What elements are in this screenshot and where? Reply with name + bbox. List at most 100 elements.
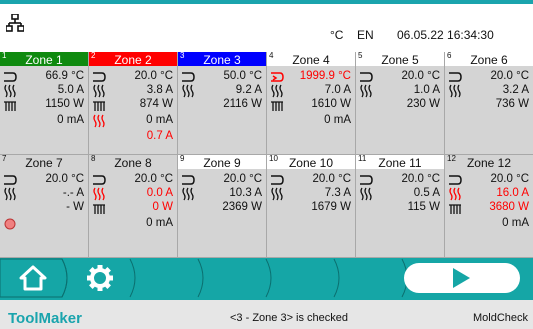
arrows-icon xyxy=(360,72,373,82)
zone-row: 1999.9 °C xyxy=(267,70,355,84)
zone-value: 1610 W xyxy=(311,98,351,110)
heater-icon xyxy=(4,84,16,98)
zone-value: 9.2 A xyxy=(235,84,262,96)
zone-header: 8 Zone 8 xyxy=(89,155,177,170)
zone-header: 3 Zone 3 xyxy=(178,52,266,67)
zone-tile-3[interactable]: 3 Zone 3 50.0 °C 9.2 A 2116 W xyxy=(178,52,267,155)
sensor-icon xyxy=(93,101,105,111)
zone-tile-9[interactable]: 9 Zone 9 20.0 °C 10.3 A 2369 W xyxy=(178,155,267,258)
sensor-icon xyxy=(449,204,461,214)
home-button[interactable] xyxy=(0,258,64,298)
mode-label: MoldCheck xyxy=(473,312,529,324)
sensor-icon xyxy=(93,204,105,214)
zone-row: 0 mA xyxy=(445,217,533,231)
zone-value: 7.0 A xyxy=(324,84,351,96)
zone-tile-7[interactable]: 7 Zone 7 20.0 °C -.- A - W xyxy=(0,155,89,258)
zone-row: -.- A xyxy=(0,187,88,201)
zone-row: 0 mA xyxy=(89,114,177,128)
zone-row: 2369 W xyxy=(178,201,266,215)
zone-value: 20.0 °C xyxy=(312,173,351,185)
zone-row: 20.0 °C xyxy=(267,173,355,187)
zone-value: 16.0 A xyxy=(496,187,529,199)
arrows-icon xyxy=(182,72,195,82)
zone-tile-5[interactable]: 5 Zone 5 20.0 °C 1.0 A 230 W xyxy=(356,52,445,155)
zone-value: 3.8 A xyxy=(146,84,173,96)
zone-row: 20.0 °C xyxy=(356,70,444,84)
zone-name: Zone 6 xyxy=(470,53,508,67)
network-icon[interactable] xyxy=(6,14,24,32)
zone-value: 20.0 °C xyxy=(134,70,173,82)
zone-value: 50.0 °C xyxy=(223,70,262,82)
zone-row: 0 mA xyxy=(0,114,88,128)
zone-value: 0 mA xyxy=(146,114,173,126)
zone-tile-8[interactable]: 8 Zone 8 20.0 °C 0.0 A 0 W 0 mA xyxy=(89,155,178,258)
zone-row: 16.0 A xyxy=(445,187,533,201)
zone-value: 1.0 A xyxy=(413,84,440,96)
arrows-icon xyxy=(93,175,106,185)
heater-icon xyxy=(271,84,283,98)
heater-icon xyxy=(93,84,105,98)
date-time: 06.05.22 16:34:30 xyxy=(397,28,494,42)
zone-row: 7.3 A xyxy=(267,187,355,201)
alarm-arrows-icon xyxy=(271,72,284,82)
play-icon xyxy=(453,268,470,288)
zone-value: 0 W xyxy=(152,201,173,213)
zone-value: 20.0 °C xyxy=(490,173,529,185)
zone-tile-11[interactable]: 11 Zone 11 20.0 °C 0.5 A 115 W xyxy=(356,155,445,258)
language-indicator[interactable]: EN xyxy=(357,28,374,42)
fault-heater-icon xyxy=(93,114,105,128)
zone-tile-4[interactable]: 4 Zone 4 1999.9 °C 7.0 A 1610 W 0 mA xyxy=(267,52,356,155)
sensor-icon xyxy=(4,101,16,111)
nav-slot-5[interactable] xyxy=(270,258,336,298)
zone-name: Zone 7 xyxy=(25,156,63,170)
zone-row: 0.7 A xyxy=(89,130,177,144)
navigation-bar xyxy=(0,258,533,298)
header-bar: °C EN 06.05.22 16:34:30 xyxy=(0,4,533,42)
zone-value: 2116 W xyxy=(223,98,262,110)
zone-value: 66.9 °C xyxy=(45,70,84,82)
zone-row: 0.5 A xyxy=(356,187,444,201)
brand-label: ToolMaker xyxy=(8,310,82,327)
zone-tile-12[interactable]: 12 Zone 12 20.0 °C 16.0 A 3680 W 0 mA xyxy=(445,155,533,258)
zone-value: 3.2 A xyxy=(502,84,529,96)
play-button[interactable] xyxy=(404,263,520,293)
nav-slot-6[interactable] xyxy=(338,258,404,298)
arrows-icon xyxy=(182,175,195,185)
zone-value: 1999.9 °C xyxy=(299,70,351,82)
zone-grid: 1 Zone 1 66.9 °C 5.0 A 1150 W 0 mA 2 Zone 2 20.0… xyxy=(0,52,533,258)
zone-tile-6[interactable]: 6 Zone 6 20.0 °C 3.2 A 736 W xyxy=(445,52,533,155)
arrows-icon xyxy=(4,175,17,185)
zone-value: 0 mA xyxy=(324,114,351,126)
arrows-icon xyxy=(360,175,373,185)
zone-name: Zone 5 xyxy=(381,53,419,67)
status-bar: ToolMaker <3 - Zone 3> is checked MoldCh… xyxy=(0,298,533,329)
zone-value: 0.5 A xyxy=(413,187,440,199)
zone-name: Zone 4 xyxy=(292,53,330,67)
zone-row: 10.3 A xyxy=(178,187,266,201)
zone-row: 9.2 A xyxy=(178,84,266,98)
zone-value: 7.3 A xyxy=(324,187,351,199)
zone-value: 3680 W xyxy=(489,201,529,213)
heater-icon xyxy=(360,187,372,201)
zone-value: 20.0 °C xyxy=(401,70,440,82)
zone-row: 3.8 A xyxy=(89,84,177,98)
zone-value: 874 W xyxy=(139,98,173,110)
zone-tile-10[interactable]: 10 Zone 10 20.0 °C 7.3 A 1679 W xyxy=(267,155,356,258)
zone-name: Zone 3 xyxy=(203,53,241,67)
zone-row: 3680 W xyxy=(445,201,533,215)
zone-row: 66.9 °C xyxy=(0,70,88,84)
zone-row: 3.2 A xyxy=(445,84,533,98)
nav-slot-4[interactable] xyxy=(202,258,268,298)
zone-header: 9 Zone 9 xyxy=(178,155,266,170)
zone-tile-2[interactable]: 2 Zone 2 20.0 °C 3.8 A 874 W 0 mA 0.7 A xyxy=(89,52,178,155)
heater-icon xyxy=(182,187,194,201)
zone-value: 115 W xyxy=(407,201,440,213)
zone-tile-1[interactable]: 1 Zone 1 66.9 °C 5.0 A 1150 W 0 mA xyxy=(0,52,89,155)
settings-button[interactable] xyxy=(66,258,132,298)
zone-row: - W xyxy=(0,201,88,215)
nav-slot-3[interactable] xyxy=(134,258,200,298)
zone-name: Zone 11 xyxy=(378,156,422,170)
zone-row: 7.0 A xyxy=(267,84,355,98)
unit-indicator[interactable]: °C xyxy=(330,28,343,42)
zone-value: 1150 W xyxy=(45,98,84,110)
